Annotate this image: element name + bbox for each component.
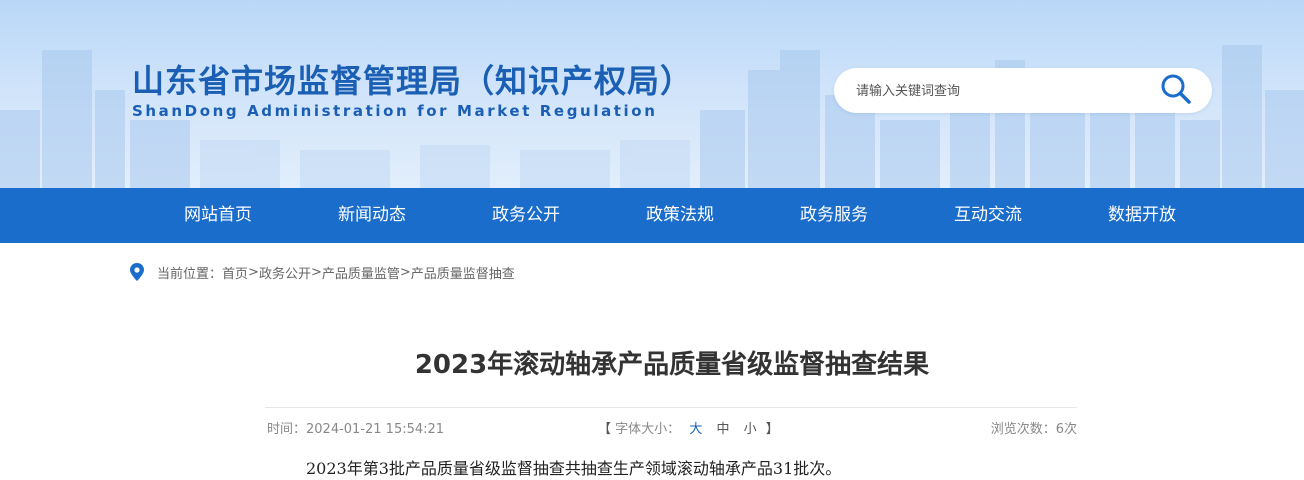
nav-item-government-affairs[interactable]: 政务公开 [466,188,586,243]
header-banner: 山东省市场监督管理局（知识产权局） ShanDong Administratio… [0,0,1304,188]
breadcrumb-separator: > [399,264,411,280]
breadcrumb-separator: > [248,264,259,280]
search-icon[interactable] [1160,73,1192,105]
article-title: 2023年滚动轴承产品质量省级监督抽查结果 [414,350,930,380]
view-count: 浏览次数：6次 [990,422,1077,437]
nav-item-home[interactable]: 网站首页 [158,188,278,243]
breadcrumb-prefix: 当前位置： [157,266,223,282]
breadcrumb-government-affairs[interactable]: 政务公开 [259,263,311,282]
nav-item-interaction[interactable]: 互动交流 [928,188,1048,243]
nav-item-policies[interactable]: 政策法规 [620,188,740,243]
breadcrumb: 当前位置： 首页 > 政务公开 > 产品质量监管 > 产品质量监督抽查 [130,262,515,282]
font-size-label: 字体大小： [615,422,681,437]
title-divider [265,407,1077,408]
search-box [834,68,1212,113]
nav-item-open-data[interactable]: 数据开放 [1082,188,1202,243]
nav-item-services[interactable]: 政务服务 [774,188,894,243]
publish-time: 时间：2024-01-21 15:54:21 [267,422,445,437]
breadcrumb-spot-check[interactable]: 产品质量监督抽查 [411,263,515,282]
font-small-button[interactable]: 小 [744,422,757,437]
site-subtitle: ShanDong Administration for Market Regul… [132,102,658,120]
font-large-button[interactable]: 大 [689,422,702,437]
font-size-selector: 【 字体大小： 大 中 小 】 [598,418,779,437]
site-title: 山东省市场监督管理局（知识产权局） [132,62,694,100]
bracket-close: 】 [765,422,779,437]
main-nav: 网站首页 新闻动态 政务公开 政策法规 政务服务 互动交流 数据开放 [0,188,1304,243]
breadcrumb-quality-supervision[interactable]: 产品质量监管 [322,263,400,282]
nav-item-news[interactable]: 新闻动态 [312,188,432,243]
font-medium-button[interactable]: 中 [716,422,729,437]
bracket-open: 【 [598,422,612,437]
breadcrumb-home[interactable]: 首页 [222,263,248,282]
search-input[interactable] [856,80,1156,102]
article-paragraph: 2023年第3批产品质量省级监督抽查共抽查生产领域滚动轴承产品31批次。 [306,459,842,478]
breadcrumb-separator: > [310,264,322,280]
location-pin-icon [130,263,144,281]
